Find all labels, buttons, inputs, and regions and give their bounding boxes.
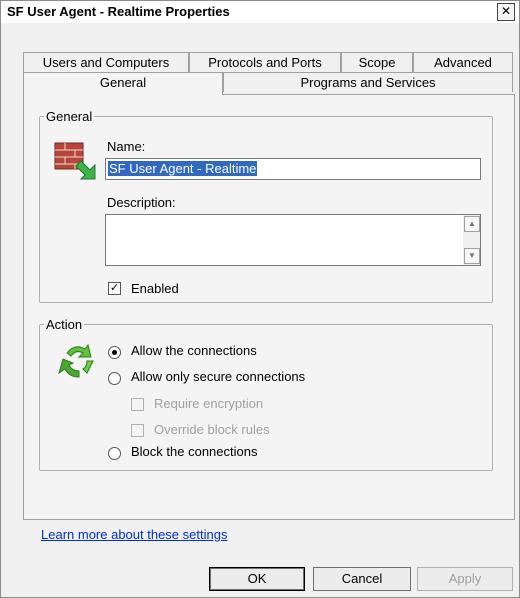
description-scrollbar[interactable]: ▲ ▼ — [463, 215, 480, 265]
override-block-rules-label: Override block rules — [154, 422, 270, 437]
general-group-legend: General — [46, 109, 93, 124]
require-encryption-checkbox[interactable] — [131, 398, 144, 411]
name-label: Name: — [107, 139, 146, 154]
window-title: SF User Agent - Realtime Properties — [7, 4, 230, 19]
allow-connections-label: Allow the connections — [131, 343, 257, 358]
scroll-up-icon[interactable]: ▲ — [464, 216, 480, 232]
description-field[interactable]: ▲ ▼ — [105, 214, 481, 266]
action-group-legend: Action — [46, 317, 83, 332]
tab-protocols-and-ports[interactable]: Protocols and Ports — [189, 52, 341, 72]
tab-general[interactable]: General — [23, 72, 223, 95]
learn-more-link[interactable]: Learn more about these settings — [41, 527, 227, 542]
tab-programs-and-services[interactable]: Programs and Services — [223, 72, 513, 92]
allow-secure-connections-radio[interactable] — [108, 372, 121, 385]
close-button[interactable]: ✕ — [497, 3, 515, 21]
enabled-checkbox[interactable]: ✓ — [108, 282, 121, 295]
properties-dialog: SF User Agent - Realtime Properties ✕ Us… — [0, 0, 520, 598]
description-label: Description: — [107, 195, 176, 210]
cancel-button[interactable]: Cancel — [313, 567, 411, 591]
recycle-arrows-icon — [53, 339, 99, 381]
block-connections-label: Block the connections — [131, 444, 258, 459]
allow-connections-radio[interactable] — [108, 346, 121, 359]
tab-scope[interactable]: Scope — [341, 52, 413, 72]
tab-advanced[interactable]: Advanced — [413, 52, 513, 72]
ok-button[interactable]: OK — [209, 567, 305, 591]
enabled-label: Enabled — [131, 281, 179, 296]
require-encryption-label: Require encryption — [154, 396, 264, 411]
apply-button[interactable]: Apply — [417, 567, 513, 591]
title-bar: SF User Agent - Realtime Properties ✕ — [1, 1, 519, 23]
action-group: Action — [39, 317, 493, 471]
scroll-down-icon[interactable]: ▼ — [464, 248, 480, 264]
name-field[interactable]: SF User Agent - Realtime — [105, 158, 481, 180]
override-block-rules-checkbox[interactable] — [131, 424, 144, 437]
block-connections-radio[interactable] — [108, 447, 121, 460]
tab-users-and-computers[interactable]: Users and Computers — [23, 52, 189, 72]
allow-secure-connections-label: Allow only secure connections — [131, 369, 306, 384]
close-icon: ✕ — [500, 4, 512, 18]
name-field-value: SF User Agent - Realtime — [108, 161, 258, 176]
firewall-brick-icon — [53, 139, 99, 181]
